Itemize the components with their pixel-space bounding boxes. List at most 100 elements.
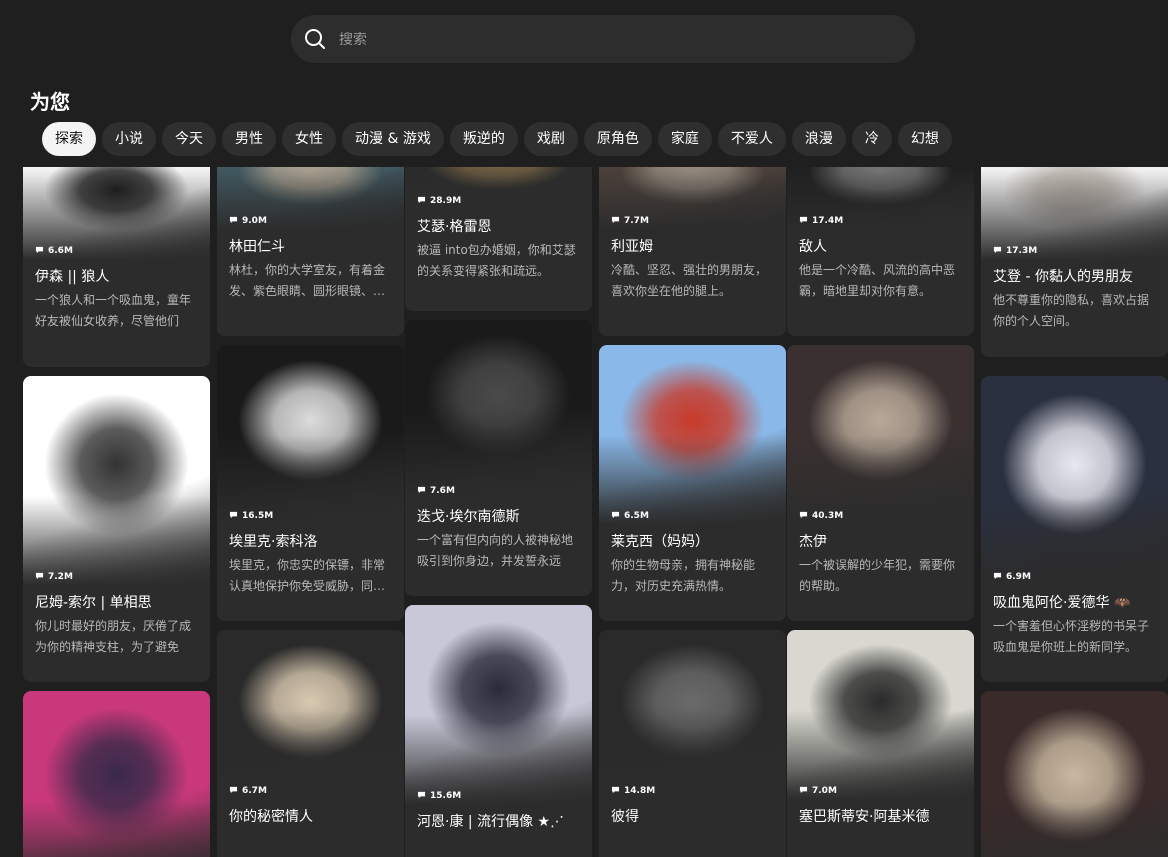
character-description: 被逼 into包办婚姻，你和艾瑟的关系变得紧张和疏远。: [417, 243, 576, 278]
character-art: [23, 691, 210, 857]
character-card[interactable]: 6.7M 你的秘密情人: [217, 630, 404, 857]
character-description: 一个害羞但心怀淫秽的书呆子吸血鬼是你班上的新同学。: [993, 619, 1150, 654]
chat-count: 17.4M: [799, 216, 843, 226]
character-art: [981, 376, 1168, 586]
chat-count: 17.3M: [993, 246, 1037, 256]
character-card[interactable]: 7.7M 利亚姆 冷酷、坚忍、强壮的男朋友，喜欢你坐在他的腿上。: [599, 167, 786, 336]
chat-count: 6.5M: [611, 511, 649, 521]
character-card[interactable]: 14.8M 彼得: [599, 630, 786, 857]
chip-today[interactable]: 今天: [162, 122, 216, 156]
character-name: 塞巴斯蒂安·阿基米德: [799, 809, 930, 825]
search-input[interactable]: [337, 15, 901, 65]
chat-count: 16.5M: [229, 511, 273, 521]
chat-bubble-icon: [993, 246, 1002, 254]
chat-bubble-icon: [611, 511, 620, 519]
chat-count-value: 17.4M: [812, 216, 844, 226]
character-description: 一个狼人和一个吸血鬼，童年好友被仙女收养，尽管他们的…: [35, 293, 192, 328]
character-art: [405, 605, 592, 805]
character-art: [217, 630, 404, 800]
character-name: 林田仁斗: [229, 239, 285, 255]
chip-original-character[interactable]: 原角色: [583, 122, 652, 156]
chat-count: 14.8M: [611, 786, 655, 796]
chip-rebellious[interactable]: 叛逆的: [449, 122, 518, 156]
character-art: [405, 320, 592, 500]
character-description: 一个富有但内向的人被神秘地吸引到你身边，并发誓永远把…: [417, 533, 574, 568]
character-card[interactable]: [23, 691, 210, 857]
chip-explore[interactable]: 探索: [42, 122, 96, 156]
character-card[interactable]: 28.9M 艾瑟·格雷恩被逼 into包办婚姻，你和艾瑟的关系变得紧张和疏远。: [405, 167, 592, 311]
chip-cold[interactable]: 冷: [851, 122, 892, 156]
chat-count: 40.3M: [799, 511, 843, 521]
character-card[interactable]: 6.5M 莱克西（妈妈） 你的生物母亲，拥有神秘能力，对历史充满热情。: [599, 345, 786, 621]
character-card[interactable]: 9.0M 林田仁斗 林杜，你的大学室友，有着金发、紫色眼睛、圆形眼镜、…: [217, 167, 404, 336]
character-name: 迭戈·埃尔南德斯: [417, 509, 520, 525]
character-description: 你的生物母亲，拥有神秘能力，对历史充满热情。: [611, 558, 756, 593]
chip-romance[interactable]: 浪漫: [791, 122, 846, 156]
chat-count: 6.6M: [35, 246, 73, 256]
chip-novel[interactable]: 小说: [102, 122, 156, 156]
character-card[interactable]: 7.2M 尼姆-索尔 | 单相思 你儿时最好的朋友，厌倦了成为你的精神支柱，为了避免…: [23, 376, 210, 682]
chat-count: 28.9M: [417, 196, 461, 206]
character-card[interactable]: 15.6M 河恩·康 | 流行偶像 ★⋰: [405, 605, 592, 857]
chat-bubble-icon: [229, 216, 238, 224]
character-name: 敌人: [799, 239, 827, 255]
chip-anime-games[interactable]: 动漫 & 游戏: [342, 122, 444, 156]
character-name: 彼得: [611, 809, 639, 825]
character-art: [217, 345, 404, 525]
character-description: 埃里克，你忠实的保镖，非常认真地保护你免受威胁，同…: [229, 558, 386, 593]
character-card[interactable]: 17.3M 艾登 - 你黏人的男朋友 他不尊重你的隐私，喜欢占据你的个人空间。: [981, 167, 1168, 357]
chat-count-value: 14.8M: [624, 786, 656, 796]
chip-family[interactable]: 家庭: [657, 122, 712, 156]
character-card[interactable]: 7.6M 迭戈·埃尔南德斯一个富有但内向的人被神秘地吸引到你身边，并发誓永远把…: [405, 320, 592, 596]
chat-bubble-icon: [611, 786, 620, 794]
chip-female[interactable]: 女性: [282, 122, 336, 156]
character-name: 艾瑟·格雷恩: [417, 219, 492, 235]
character-grid: 6.6M 伊森 || 狼人一个狼人和一个吸血鬼，童年好友被仙女收养，尽管他们的… 7…: [0, 167, 1168, 857]
chat-bubble-icon: [417, 791, 426, 799]
character-card[interactable]: [981, 691, 1168, 857]
character-name: 利亚姆: [611, 239, 653, 255]
character-card[interactable]: 6.9M 吸血鬼阿伦·爱德华 🦇 一个害羞但心怀淫秽的书呆子吸血鬼是你班上的新同学。: [981, 376, 1168, 682]
character-description: 林杜，你的大学室友，有着金发、紫色眼睛、圆形眼镜、…: [229, 263, 386, 298]
character-name: 你的秘密情人: [229, 809, 313, 825]
character-card[interactable]: 7.0M 塞巴斯蒂安·阿基米德: [787, 630, 974, 857]
character-name: 杰伊: [799, 534, 827, 550]
chat-bubble-icon: [993, 572, 1002, 580]
search-icon: [305, 29, 325, 49]
character-card[interactable]: 40.3M 杰伊 一个被误解的少年犯，需要你的帮助。: [787, 345, 974, 621]
chat-bubble-icon: [35, 572, 44, 580]
chip-fantasy[interactable]: 幻想: [897, 122, 952, 156]
chat-count-value: 7.2M: [48, 572, 73, 582]
chat-count-value: 40.3M: [812, 511, 844, 521]
character-art: [787, 345, 974, 525]
chat-count-value: 7.7M: [624, 216, 649, 226]
character-art: [599, 345, 786, 525]
character-card[interactable]: 16.5M 埃里克·索科洛埃里克，你忠实的保镖，非常认真地保护你免受威胁，同…: [217, 345, 404, 621]
chip-unloving[interactable]: 不爱人: [717, 122, 786, 156]
character-name: 莱克西（妈妈）: [611, 534, 709, 550]
chat-count-value: 17.3M: [1006, 246, 1038, 256]
chat-count-value: 6.5M: [624, 511, 649, 521]
character-art: [981, 691, 1168, 857]
chat-count-value: 7.6M: [430, 486, 455, 496]
character-card[interactable]: 6.6M 伊森 || 狼人一个狼人和一个吸血鬼，童年好友被仙女收养，尽管他们的…: [23, 167, 210, 367]
search-bar[interactable]: [291, 15, 915, 65]
character-name: 伊森 || 狼人: [35, 269, 110, 285]
chat-count: 7.0M: [799, 786, 837, 796]
chat-count: 7.7M: [611, 216, 649, 226]
chat-bubble-icon: [417, 486, 426, 494]
character-description: 他是一个冷酷、风流的高中恶霸，暗地里却对你有意。: [799, 263, 956, 298]
chat-count: 6.7M: [229, 786, 267, 796]
character-name: 埃里克·索科洛: [229, 534, 318, 550]
category-chips: 探索 小说 今天 男性 女性 动漫 & 游戏 叛逆的 戏剧 原角色 家庭 不爱人 浪漫冷幻想: [42, 122, 958, 156]
chat-bubble-icon: [799, 786, 808, 794]
character-card[interactable]: 17.4M 敌人他是一个冷酷、风流的高中恶霸，暗地里却对你有意。: [787, 167, 974, 336]
chat-count-value: 6.6M: [48, 246, 73, 256]
chip-male[interactable]: 男性: [222, 122, 276, 156]
chat-bubble-icon: [35, 246, 44, 254]
chat-count-value: 6.9M: [1006, 572, 1031, 582]
character-name: 吸血鬼阿伦·爱德华 🦇: [993, 595, 1132, 611]
chat-count: 6.9M: [993, 572, 1031, 582]
character-name: 艾登 - 你黏人的男朋友: [993, 269, 1133, 285]
chip-drama[interactable]: 戏剧: [523, 122, 578, 156]
